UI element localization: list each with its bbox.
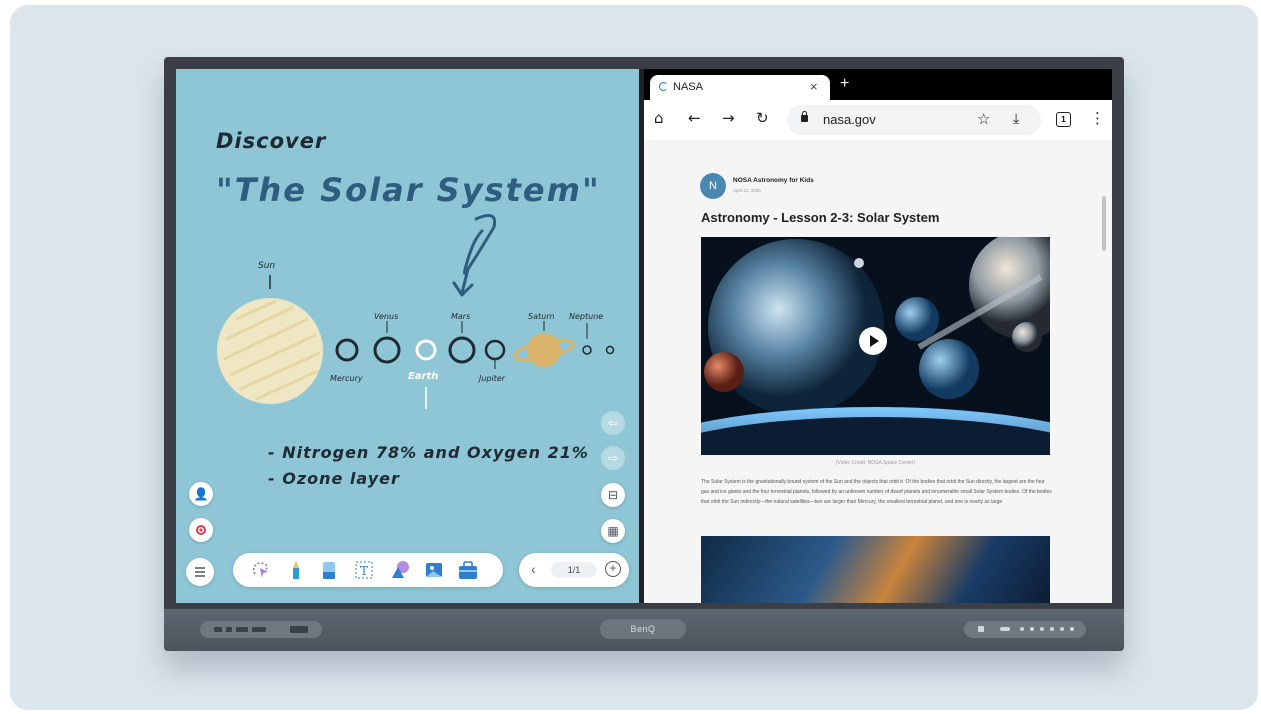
lock-icon xyxy=(801,115,808,122)
play-icon xyxy=(870,335,879,347)
undo-button[interactable]: ⇦ xyxy=(601,411,625,435)
loading-icon xyxy=(659,82,668,91)
nebula-image xyxy=(701,536,1050,603)
tab-strip: NASA × + xyxy=(644,69,1112,100)
shapes-icon[interactable] xyxy=(389,559,411,581)
display-screen: Discover "The Solar System" Sun Venus Ma… xyxy=(176,69,1112,603)
split-view-button[interactable]: ⊟ xyxy=(601,483,625,507)
reload-icon[interactable]: ↻ xyxy=(756,109,769,127)
page-navigator: ‹ 1/1 + xyxy=(519,553,629,587)
tab-count-button[interactable]: 1 xyxy=(1056,112,1071,127)
label-mars: Mars xyxy=(451,312,471,321)
front-control-buttons[interactable] xyxy=(964,621,1086,638)
web-content: N NOSA Astronomy for Kids April 21, 2023… xyxy=(644,140,1112,603)
add-page-icon[interactable]: + xyxy=(605,561,621,577)
more-menu-icon[interactable]: ⋮ xyxy=(1090,109,1105,127)
address-bar[interactable]: nasa.gov ☆ ⤓ xyxy=(787,105,1041,135)
add-user-icon: 👤 xyxy=(193,487,209,501)
chevron-left-icon[interactable]: ‹ xyxy=(531,561,536,577)
page-indicator: 1/1 xyxy=(551,562,597,578)
download-icon[interactable]: ⤓ xyxy=(1013,110,1019,127)
image-icon[interactable] xyxy=(423,559,445,581)
layout-button[interactable]: ▦ xyxy=(601,519,625,543)
forward-icon[interactable]: → xyxy=(722,109,735,127)
browser-toolbar: ⌂ ← → ↻ nasa.gov ☆ ⤓ 1 ⋮ xyxy=(644,100,1112,141)
label-earth: Earth xyxy=(408,371,439,382)
scrollbar-thumb[interactable] xyxy=(1102,196,1106,251)
lasso-icon[interactable] xyxy=(249,559,271,581)
solar-system-drawing xyxy=(217,213,615,409)
new-tab-icon[interactable]: + xyxy=(840,75,849,93)
record-icon xyxy=(196,525,206,535)
eraser-icon[interactable] xyxy=(318,559,340,581)
video-player[interactable] xyxy=(701,237,1050,455)
home-icon[interactable]: ⌂ xyxy=(654,109,664,127)
redo-icon: ⇨ xyxy=(607,451,619,465)
bookmark-star-icon[interactable]: ☆ xyxy=(977,110,990,128)
menu-button[interactable] xyxy=(186,558,214,586)
text-icon[interactable]: T xyxy=(353,559,375,581)
author-name[interactable]: NOSA Astronomy for Kids xyxy=(733,177,814,184)
drawing-toolbar: T xyxy=(233,553,503,587)
post-date: April 21, 2023 xyxy=(733,188,761,193)
tab-nasa[interactable]: NASA × xyxy=(650,75,830,100)
layout-icon: ▦ xyxy=(607,524,619,538)
split-view-icon: ⊟ xyxy=(607,488,619,502)
label-saturn: Saturn xyxy=(528,312,555,321)
add-user-button[interactable]: 👤 xyxy=(189,482,213,506)
url-text: nasa.gov xyxy=(823,112,876,127)
svg-text:T: T xyxy=(360,564,368,578)
undo-icon: ⇦ xyxy=(607,416,619,430)
record-button[interactable] xyxy=(189,518,213,542)
tab-title: NASA xyxy=(673,81,703,93)
pen-icon[interactable] xyxy=(285,559,307,581)
lock-shackle xyxy=(802,111,807,116)
play-button[interactable] xyxy=(859,327,887,355)
label-mercury: Mercury xyxy=(330,374,363,383)
bullet-atmosphere: - Nitrogen 78% and Oxygen 21% xyxy=(268,443,589,462)
back-icon[interactable]: ← xyxy=(688,109,701,127)
label-neptune: Neptune xyxy=(569,312,604,321)
article-title: Astronomy - Lesson 2-3: Solar System xyxy=(701,210,940,225)
brand-logo: BenQ xyxy=(600,619,686,639)
tab-close-icon[interactable]: × xyxy=(810,79,818,94)
interactive-display: Discover "The Solar System" Sun Venus Ma… xyxy=(164,57,1124,651)
label-venus: Venus xyxy=(374,312,399,321)
front-ports xyxy=(200,621,322,638)
video-credit: (Video Credit: NOSA Space Center) xyxy=(835,460,916,466)
web-browser: NASA × + ⌂ ← → ↻ nasa.gov ☆ ⤓ 1 ⋮ N NOSA… xyxy=(644,69,1112,603)
whiteboard-canvas[interactable]: Discover "The Solar System" Sun Venus Ma… xyxy=(176,69,639,603)
front-bezel: BenQ xyxy=(164,609,1124,651)
menu-icon xyxy=(195,567,205,577)
toolbox-icon[interactable] xyxy=(457,559,479,581)
article-body: The Solar System is the gravitationally … xyxy=(701,479,1052,505)
label-jupiter: Jupiter xyxy=(479,374,506,383)
label-sun: Sun xyxy=(258,261,276,271)
redo-button[interactable]: ⇨ xyxy=(601,446,625,470)
author-avatar: N xyxy=(700,173,726,199)
bullet-ozone: - Ozone layer xyxy=(268,469,400,488)
